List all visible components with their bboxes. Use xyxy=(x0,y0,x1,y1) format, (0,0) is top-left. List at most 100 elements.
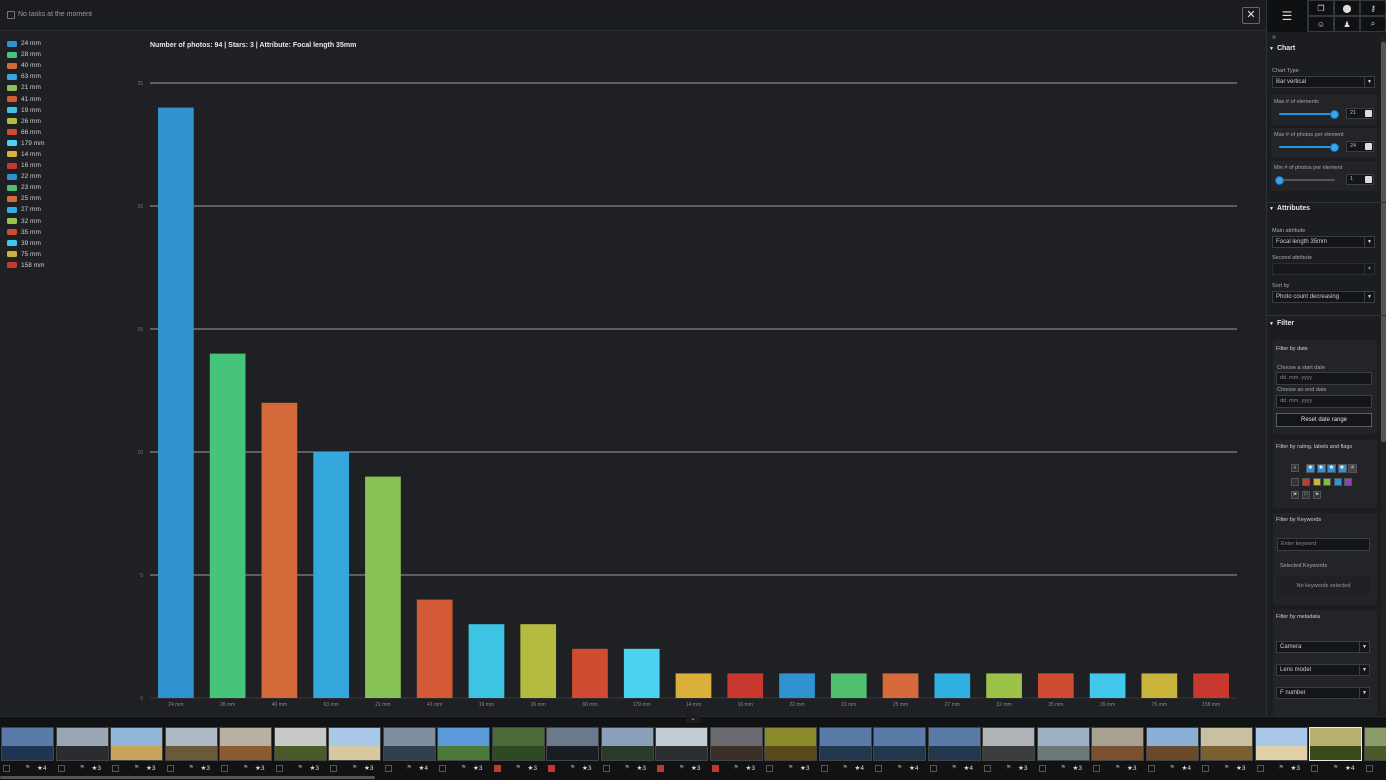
flag-icon[interactable]: ⚑ xyxy=(1333,764,1338,771)
star-icon[interactable]: ★ xyxy=(1306,464,1315,473)
people-icon[interactable]: ♟ xyxy=(1334,16,1360,32)
legend-item[interactable]: 19 mm xyxy=(7,105,87,116)
max-elements-input[interactable]: 21 xyxy=(1346,108,1374,119)
color-label-swatch[interactable] xyxy=(1038,765,1046,772)
max-photos-input[interactable]: 24 xyxy=(1346,141,1374,152)
legend-item[interactable]: 179 mm xyxy=(7,138,87,149)
section-chart-header[interactable]: ▼ Chart xyxy=(1269,45,1295,52)
color-label-swatch[interactable] xyxy=(548,765,555,772)
lens-model-select[interactable]: Lens model ▼ xyxy=(1276,664,1370,676)
photo-thumbnail[interactable] xyxy=(709,727,763,761)
star-rating[interactable]: ★4 xyxy=(964,764,973,772)
color-label-swatch[interactable] xyxy=(275,765,283,772)
color-label-swatch[interactable] xyxy=(330,765,337,772)
photo-thumbnail[interactable] xyxy=(1254,727,1308,761)
legend-item[interactable]: 40 mm xyxy=(7,60,87,71)
bar-21mm[interactable] xyxy=(365,476,401,698)
bar-28mm[interactable] xyxy=(209,353,246,698)
star-rating[interactable]: ★3 xyxy=(528,764,537,772)
chart-type-select[interactable]: Bar vertical ▼ xyxy=(1272,76,1375,88)
star-rating[interactable]: ★3 xyxy=(146,764,155,772)
color-label-swatch[interactable] xyxy=(984,765,991,772)
color-label-swatch[interactable] xyxy=(3,765,10,772)
flag-icon[interactable]: ⚑ xyxy=(461,764,466,771)
photo-thumbnail[interactable] xyxy=(655,727,708,761)
flag-pick-icon[interactable]: ⚑ xyxy=(1291,491,1299,499)
star-rating[interactable]: ★4 xyxy=(909,764,918,772)
star-rating[interactable]: ★3 xyxy=(310,764,319,772)
color-label-swatch[interactable] xyxy=(1323,478,1331,486)
star-rating[interactable]: ★3 xyxy=(364,764,373,772)
star-rating[interactable]: ★3 xyxy=(255,764,264,772)
star-rating[interactable]: ★3 xyxy=(92,764,101,772)
star-rating[interactable]: ★3 xyxy=(1127,764,1136,772)
photo-thumbnail[interactable] xyxy=(273,727,327,761)
color-label-swatch[interactable] xyxy=(1093,765,1100,772)
photo-thumbnail[interactable] xyxy=(764,727,817,761)
color-label-swatch[interactable] xyxy=(1333,478,1342,486)
flag-icon[interactable]: ⚑ xyxy=(734,764,739,771)
star-rating[interactable]: ★4 xyxy=(419,764,428,772)
legend-item[interactable]: 25 mm xyxy=(7,193,87,204)
star-rating[interactable]: ★3 xyxy=(1291,764,1300,772)
star-rating[interactable]: ★3 xyxy=(201,764,210,772)
flag-icon[interactable]: ⚑ xyxy=(134,764,139,771)
star-rating[interactable]: ★3 xyxy=(637,764,646,772)
color-label-swatch[interactable] xyxy=(1312,478,1321,486)
color-label-swatch[interactable] xyxy=(57,765,65,772)
star-rating[interactable]: ★4 xyxy=(1345,764,1354,772)
color-label-swatch[interactable] xyxy=(711,765,719,772)
color-label-swatch[interactable] xyxy=(1256,765,1264,772)
label-none-swatch[interactable] xyxy=(1291,478,1299,486)
rating-all-toggle[interactable]: ≡ xyxy=(1291,464,1299,472)
legend-item[interactable]: 35 mm xyxy=(7,227,87,238)
flag-unflagged-icon[interactable]: ⚐ xyxy=(1302,491,1310,499)
bar-19mm[interactable] xyxy=(468,624,505,698)
color-label-swatch[interactable] xyxy=(602,765,610,772)
panel-scroll-thumb[interactable] xyxy=(1381,42,1386,442)
flag-icon[interactable]: ⚑ xyxy=(952,764,957,771)
bar-158mm[interactable] xyxy=(1193,673,1229,698)
legend-item[interactable]: 63 mm xyxy=(7,71,87,82)
star-rating[interactable]: ★3 xyxy=(691,764,700,772)
color-label-swatch[interactable] xyxy=(1365,765,1373,772)
bar-40mm[interactable] xyxy=(261,402,298,698)
spinner-icon[interactable] xyxy=(1365,143,1372,150)
keyword-input[interactable]: Enter keyword xyxy=(1277,538,1370,551)
photo-thumbnail[interactable] xyxy=(55,727,109,761)
bar-14mm[interactable] xyxy=(675,673,712,698)
legend-item[interactable]: 41 mm xyxy=(7,93,87,104)
bar-16mm[interactable] xyxy=(727,673,764,698)
color-label-swatch[interactable] xyxy=(166,765,174,772)
bar-75mm[interactable] xyxy=(1141,673,1178,698)
photo-thumbnail[interactable] xyxy=(164,727,218,761)
copy-icon[interactable]: ❐ xyxy=(1308,0,1334,16)
legend-item[interactable]: 39 mm xyxy=(7,238,87,249)
color-label-swatch[interactable] xyxy=(1311,765,1318,772)
bar-66mm[interactable] xyxy=(572,648,608,698)
flag-icon[interactable]: ⚑ xyxy=(679,764,684,771)
section-attributes-header[interactable]: ▼ Attributes xyxy=(1269,205,1310,212)
flag-icon[interactable]: ⚑ xyxy=(298,764,303,771)
color-label-swatch[interactable] xyxy=(766,765,773,772)
color-label-swatch[interactable] xyxy=(439,765,446,772)
bar-25mm[interactable] xyxy=(882,673,919,698)
legend-item[interactable]: 21 mm xyxy=(7,82,87,93)
bar-179mm[interactable] xyxy=(623,648,660,698)
photo-thumbnail[interactable] xyxy=(1091,727,1144,761)
main-attribute-select[interactable]: Focal length 35mm ▼ xyxy=(1272,236,1375,248)
flag-icon[interactable]: ⚑ xyxy=(570,764,575,771)
camera-select[interactable]: Camera ▼ xyxy=(1276,641,1370,653)
star-rating[interactable]: ★4 xyxy=(855,764,864,772)
photo-thumbnail[interactable] xyxy=(982,727,1035,761)
photo-thumbnail[interactable] xyxy=(873,727,926,761)
start-date-input[interactable]: dd. mm. yyyy xyxy=(1276,372,1372,385)
color-label-swatch[interactable] xyxy=(112,765,119,772)
star-icon[interactable]: ★ xyxy=(1348,464,1357,473)
color-label-swatch[interactable] xyxy=(929,765,937,772)
spinner-icon[interactable] xyxy=(1365,110,1372,117)
legend-item[interactable]: 75 mm xyxy=(7,249,87,260)
star-rating[interactable]: ★3 xyxy=(1018,764,1027,772)
bar-32mm[interactable] xyxy=(986,673,1022,698)
bar-26mm[interactable] xyxy=(520,624,557,698)
